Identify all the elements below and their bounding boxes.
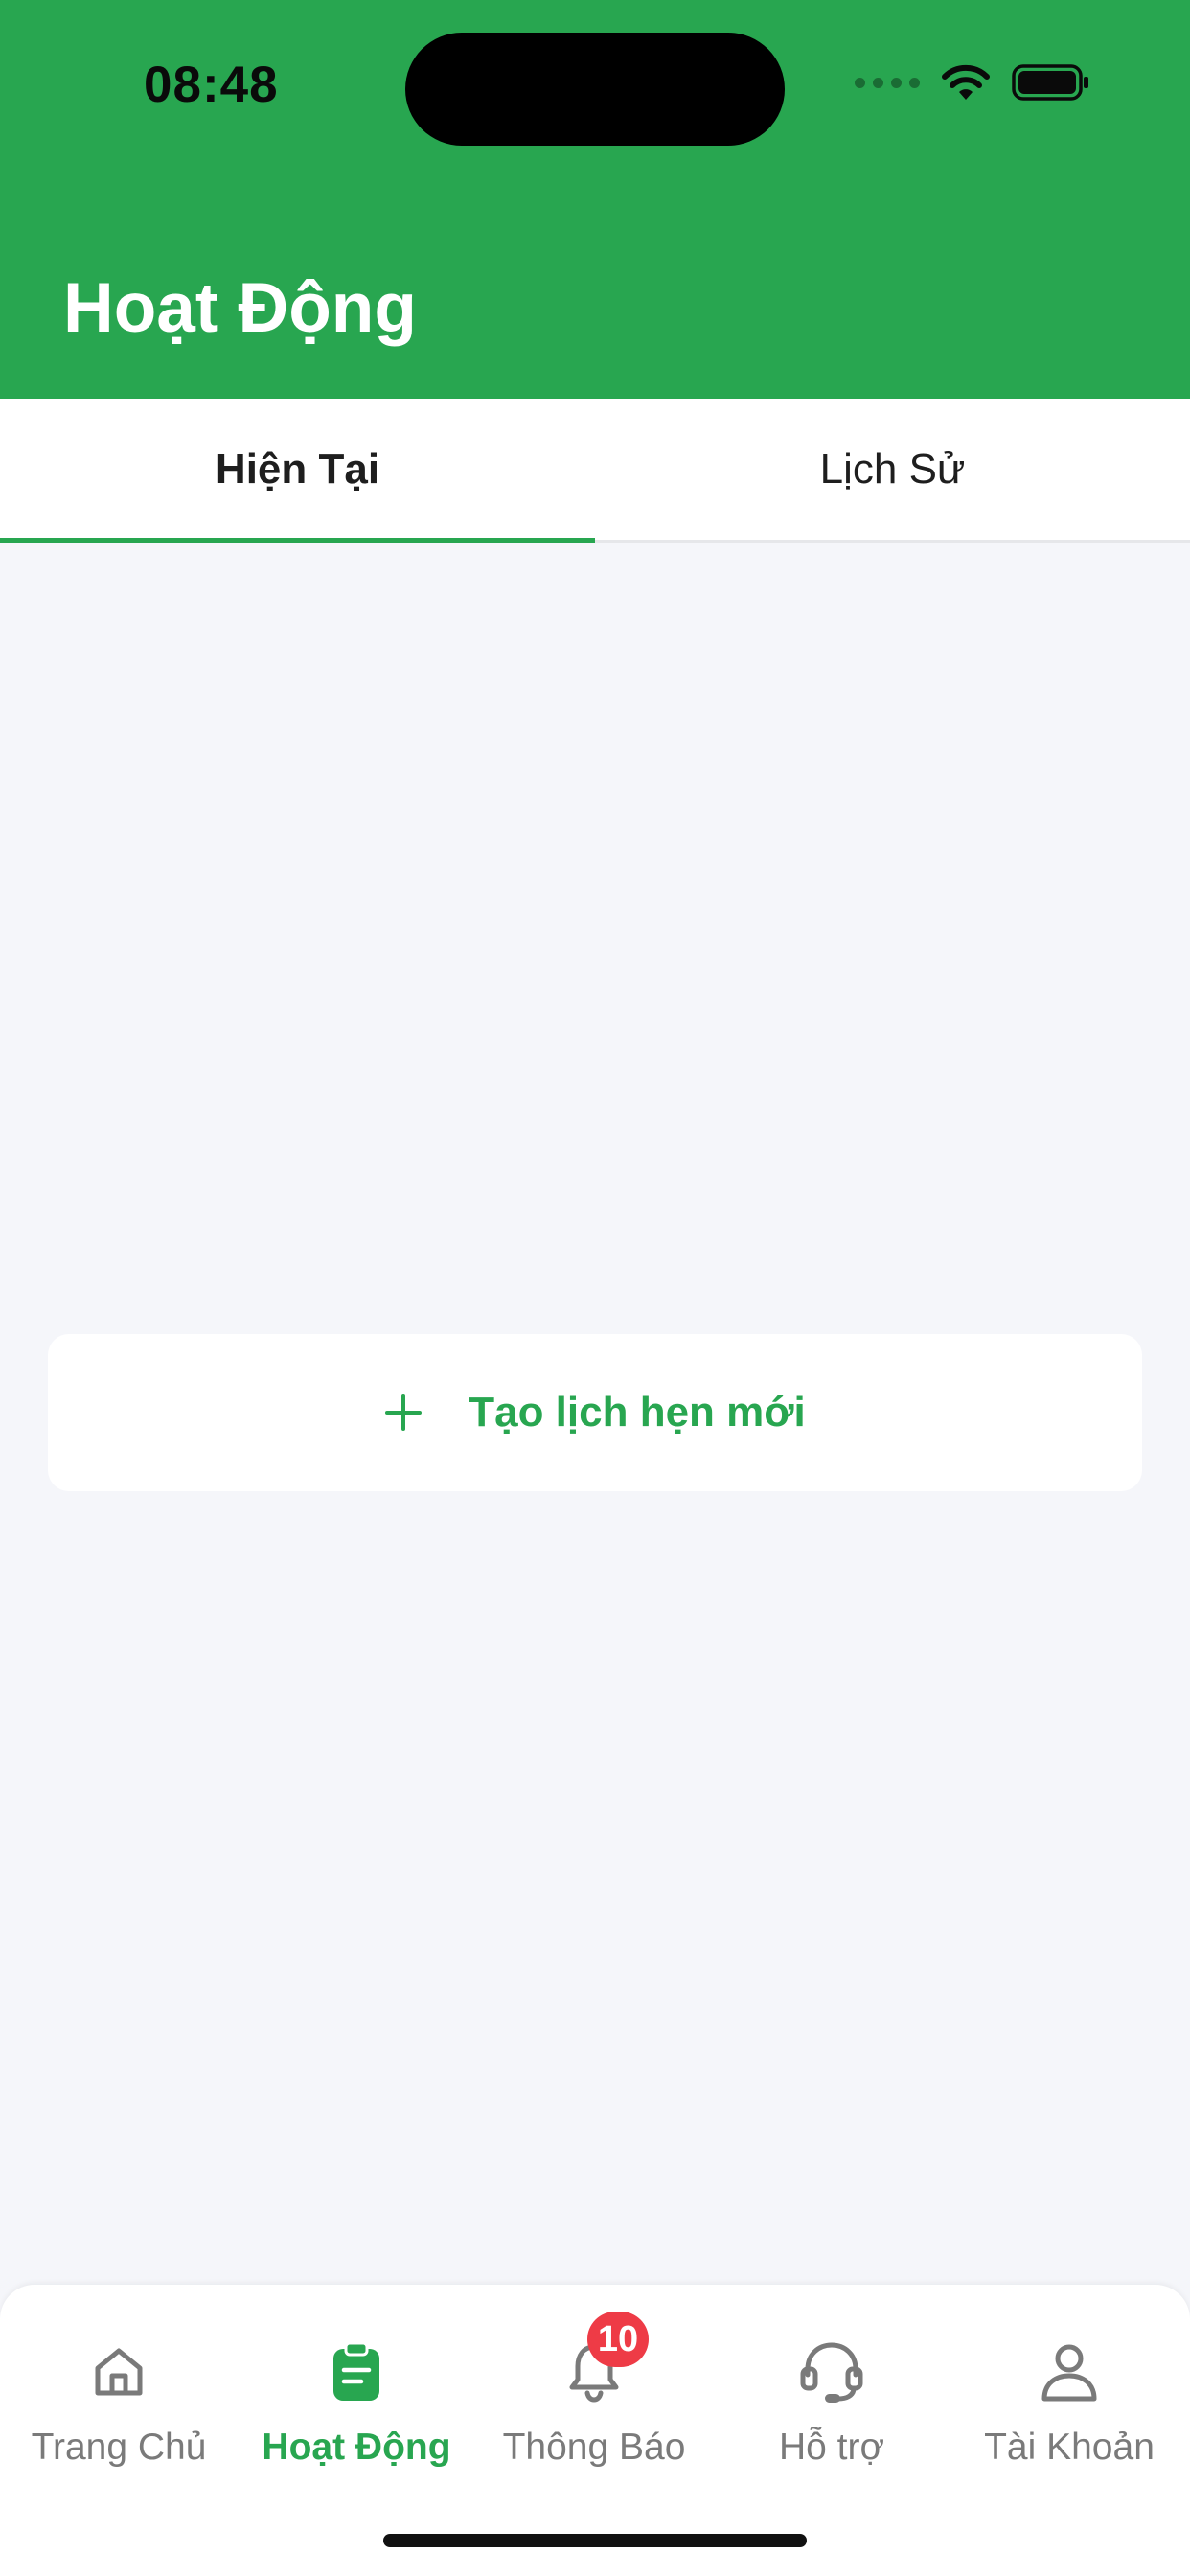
tab-current[interactable]: Hiện Tại <box>0 399 595 543</box>
tab-history[interactable]: Lịch Sử <box>595 399 1190 540</box>
nav-label-notifications: Thông Báo <box>502 2426 686 2468</box>
tab-current-label: Hiện Tại <box>215 446 380 493</box>
plus-icon <box>385 1394 423 1431</box>
bottom-nav: Trang Chủ Hoạt Động 10 Thông Báo Hỗ trợ … <box>0 2285 1190 2576</box>
bell-icon: 10 <box>561 2312 649 2405</box>
page-title: Hoạt Động <box>63 269 417 347</box>
nav-item-activity[interactable]: Hoạt Động <box>238 2338 475 2482</box>
nav-label-home: Trang Chủ <box>31 2426 207 2468</box>
headset-icon <box>798 2338 865 2405</box>
wifi-icon <box>942 64 990 100</box>
notification-badge: 10 <box>587 2312 649 2367</box>
user-icon <box>1036 2338 1103 2405</box>
status-time: 08:48 <box>144 57 279 113</box>
clipboard-icon <box>323 2338 390 2405</box>
home-indicator[interactable] <box>383 2534 807 2547</box>
home-icon <box>85 2338 152 2405</box>
dynamic-island <box>405 33 785 146</box>
app-header: 08:48 Hoạt Động <box>0 0 1190 399</box>
signal-dots-icon <box>855 77 920 88</box>
active-tab-indicator <box>0 538 595 543</box>
create-appointment-label: Tạo lịch hẹn mới <box>469 1389 806 1436</box>
nav-label-account: Tài Khoản <box>984 2426 1155 2468</box>
nav-item-account[interactable]: Tài Khoản <box>950 2338 1188 2482</box>
nav-label-support: Hỗ trợ <box>778 2426 885 2468</box>
tab-history-label: Lịch Sử <box>819 446 966 493</box>
nav-label-activity: Hoạt Động <box>262 2426 451 2468</box>
tab-bar: Hiện Tại Lịch Sử <box>0 399 1190 543</box>
create-appointment-button[interactable]: Tạo lịch hẹn mới <box>48 1334 1142 1491</box>
nav-item-notifications[interactable]: 10 Thông Báo <box>475 2312 713 2482</box>
nav-item-home[interactable]: Trang Chủ <box>0 2338 238 2482</box>
battery-icon <box>1012 64 1088 101</box>
status-icons <box>855 63 1090 102</box>
nav-item-support[interactable]: Hỗ trợ <box>713 2338 950 2482</box>
